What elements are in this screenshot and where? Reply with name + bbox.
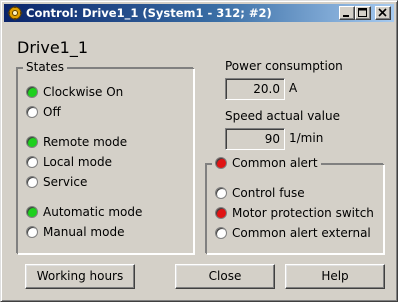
minimize-button[interactable] xyxy=(339,6,355,20)
close-icon xyxy=(378,8,387,17)
state-label: Remote mode xyxy=(43,135,128,149)
alert-indicator-icon xyxy=(215,157,227,169)
common-alert-title-label: Common alert xyxy=(232,156,318,170)
maximize-icon xyxy=(358,8,367,17)
state-manual-mode: Manual mode xyxy=(26,225,124,239)
close-button[interactable]: Close xyxy=(175,264,275,289)
status-indicator-icon xyxy=(26,226,38,238)
window-title: Control: Drive1_1 (System1 - 312; #2) xyxy=(26,6,272,20)
status-indicator-icon xyxy=(26,106,38,118)
power-consumption-label: Power consumption xyxy=(225,59,343,73)
power-unit: A xyxy=(289,81,298,95)
common-alert-title: Common alert xyxy=(212,156,321,170)
state-label: Service xyxy=(43,175,88,189)
state-label: Off xyxy=(43,105,61,119)
title-bar[interactable]: Control: Drive1_1 (System1 - 312; #2) xyxy=(4,4,394,22)
state-label: Local mode xyxy=(43,155,112,169)
alert-label: Motor protection switch xyxy=(232,206,374,220)
status-indicator-icon xyxy=(26,136,38,148)
alert-label: Common alert external xyxy=(232,226,371,240)
status-indicator-icon xyxy=(215,207,227,219)
state-off: Off xyxy=(26,105,61,119)
drive-name-heading: Drive1_1 xyxy=(17,38,89,57)
status-indicator-icon xyxy=(26,156,38,168)
maximize-button[interactable] xyxy=(355,6,371,20)
status-indicator-icon xyxy=(26,176,38,188)
state-label: Clockwise On xyxy=(43,85,124,99)
control-window: Control: Drive1_1 (System1 - 312; #2) Dr… xyxy=(0,0,398,302)
close-window-button[interactable] xyxy=(375,6,391,20)
state-clockwise-on: Clockwise On xyxy=(26,85,123,99)
speed-unit: 1/min xyxy=(289,131,324,145)
speed-actual-value: 90 xyxy=(225,128,285,150)
alert-motor-protection-switch: Motor protection switch xyxy=(215,206,374,220)
help-button[interactable]: Help xyxy=(285,264,385,289)
state-automatic-mode: Automatic mode xyxy=(26,205,142,219)
alert-common-alert-external: Common alert external xyxy=(215,226,371,240)
state-label: Automatic mode xyxy=(43,205,143,219)
status-indicator-icon xyxy=(26,86,38,98)
status-indicator-icon xyxy=(215,227,227,239)
states-group-title: States xyxy=(23,60,68,74)
state-label: Manual mode xyxy=(43,225,125,239)
alert-label: Control fuse xyxy=(232,186,305,200)
working-hours-button[interactable]: Working hours xyxy=(25,264,135,289)
state-local-mode: Local mode xyxy=(26,155,112,169)
alert-control-fuse: Control fuse xyxy=(215,186,305,200)
status-indicator-icon xyxy=(26,206,38,218)
state-service: Service xyxy=(26,175,87,189)
state-remote-mode: Remote mode xyxy=(26,135,127,149)
minimize-icon xyxy=(343,15,349,17)
speed-actual-label: Speed actual value xyxy=(225,109,340,123)
power-consumption-value: 20.0 xyxy=(225,78,285,100)
status-indicator-icon xyxy=(215,187,227,199)
gear-icon xyxy=(7,5,23,21)
